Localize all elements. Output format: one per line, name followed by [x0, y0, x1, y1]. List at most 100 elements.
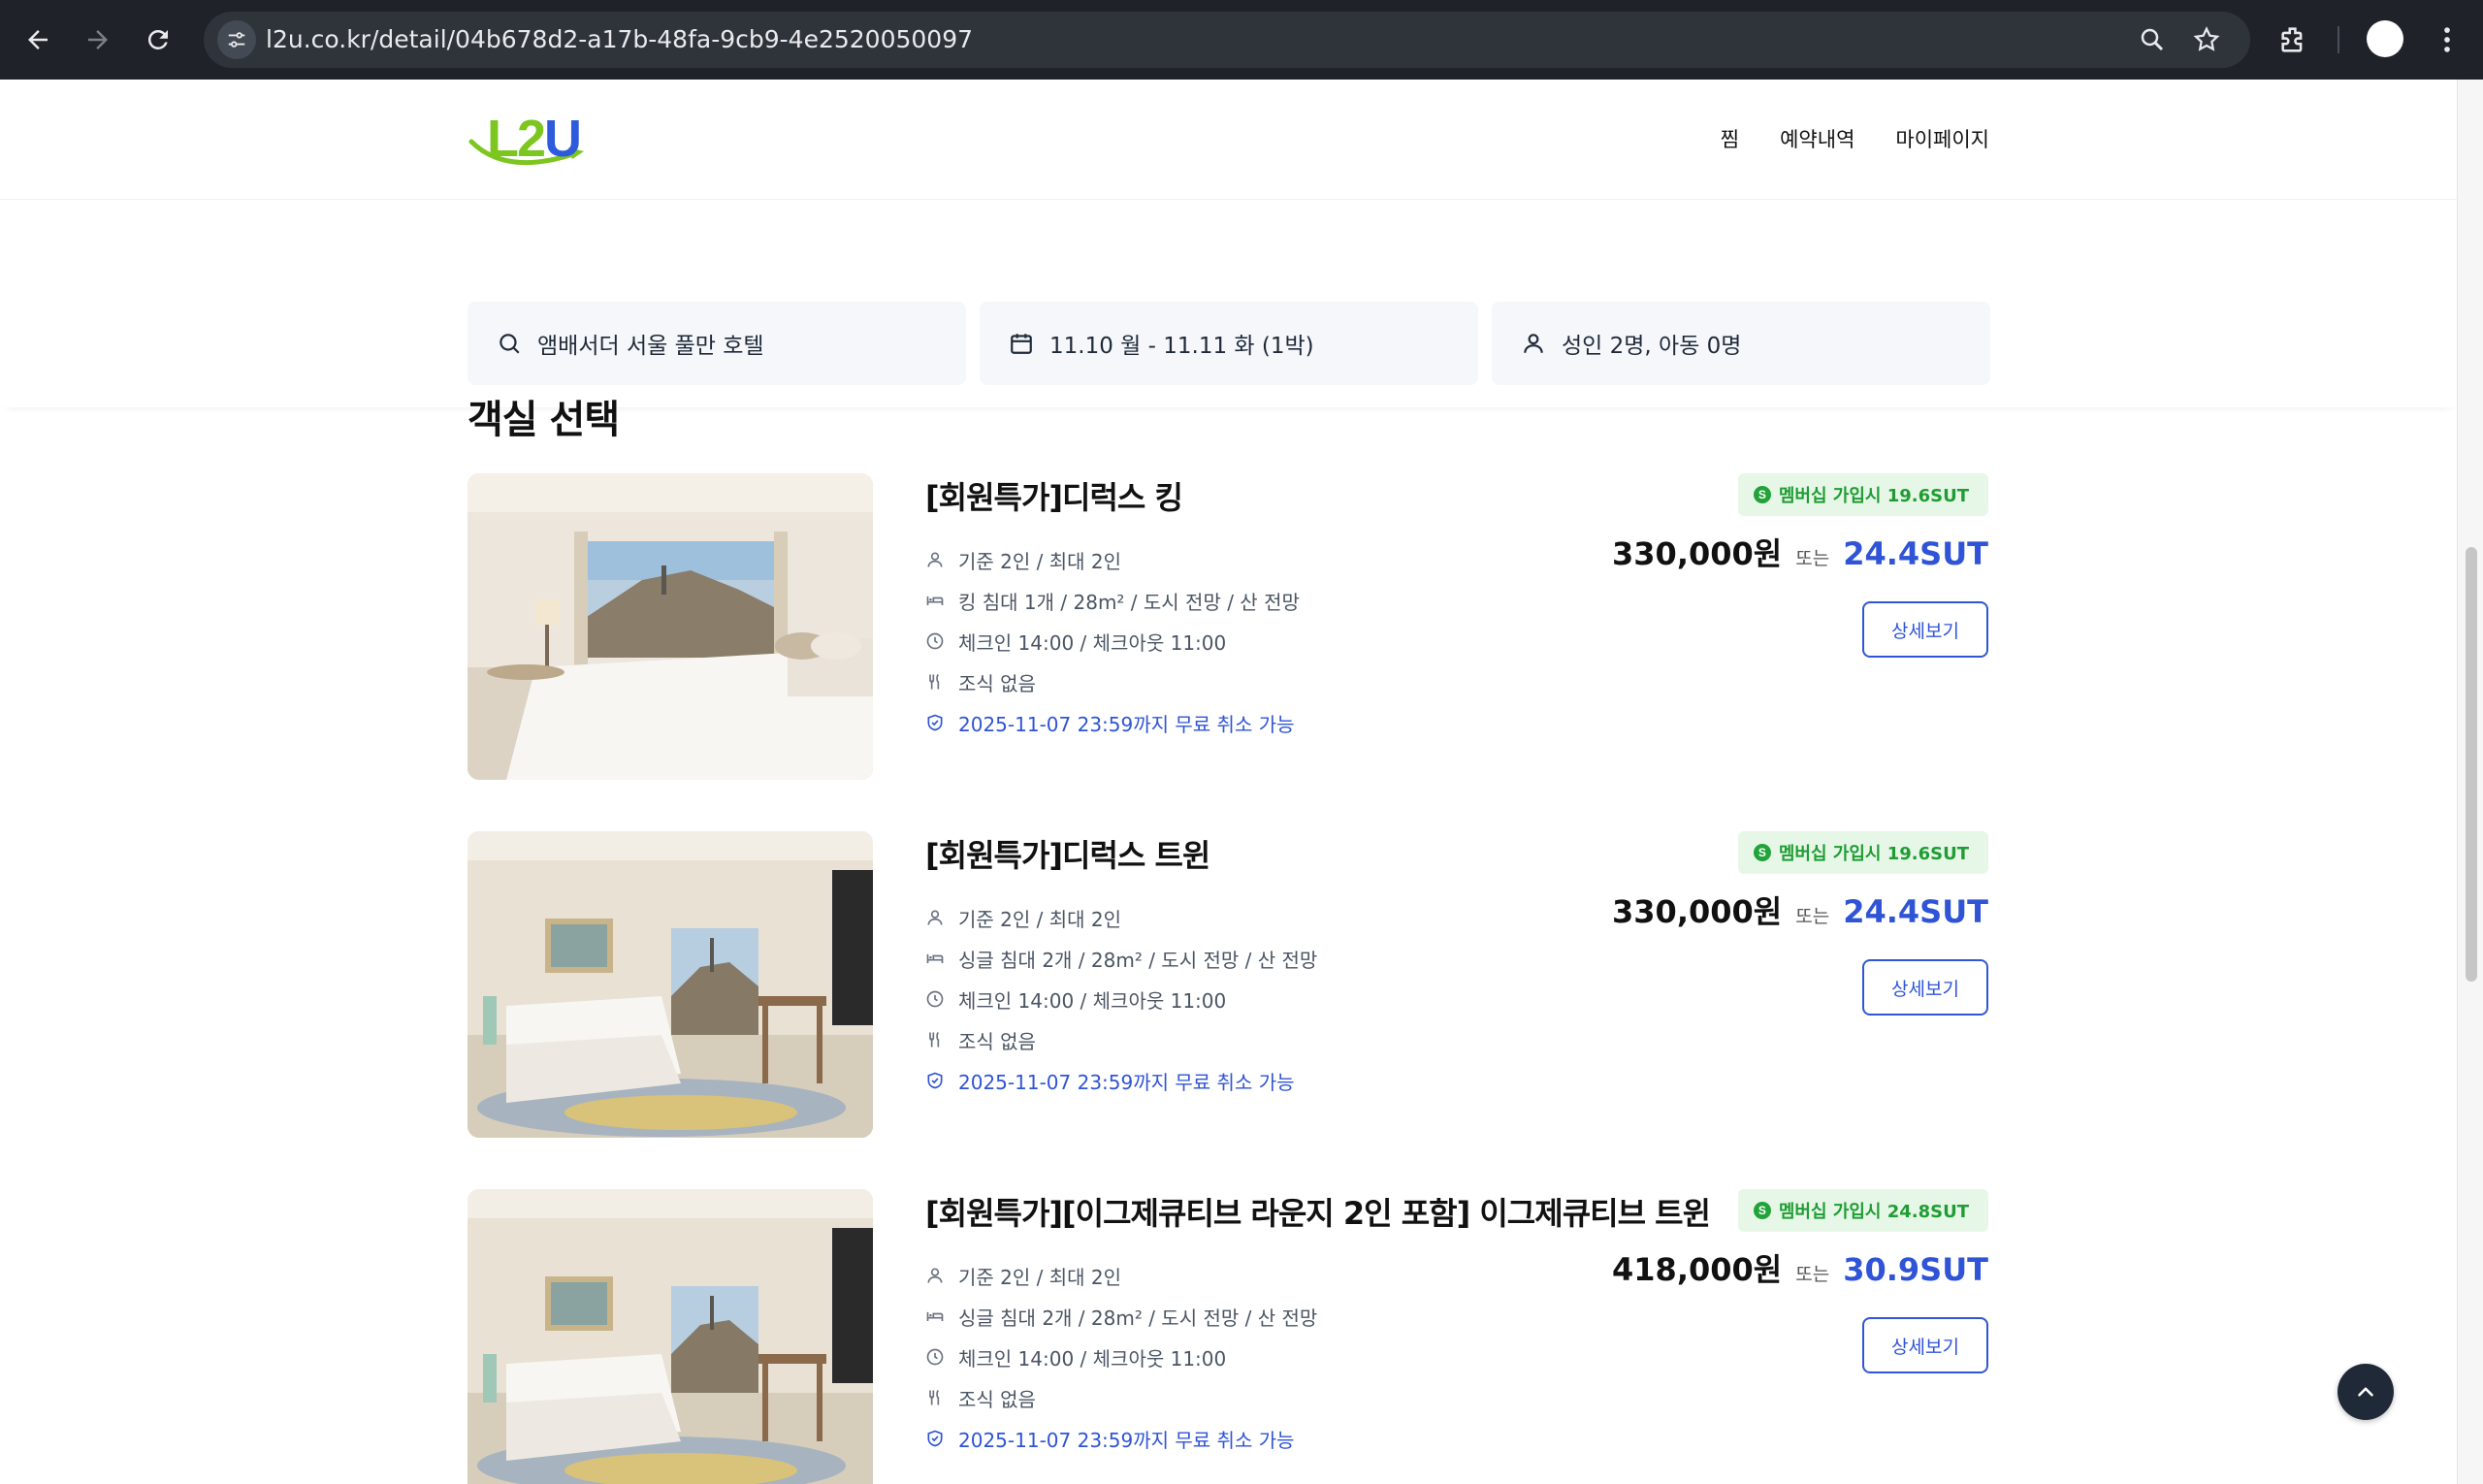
- membership-badge: S 멤버십 가입시 24.8SUT: [1737, 1189, 1988, 1232]
- coin-icon: S: [1753, 486, 1771, 503]
- forward-button[interactable]: [74, 16, 122, 64]
- person-icon: [1524, 334, 1543, 353]
- occupancy-text: 기준 2인 / 최대 2인: [958, 1265, 1122, 1289]
- utensils-icon: [929, 673, 940, 690]
- extensions-icon[interactable]: [2277, 23, 2310, 56]
- info-cancel: 2025-11-07 23:59까지 무료 취소 가능: [925, 702, 1300, 743]
- room-name[interactable]: [회원특가][이그제큐티브 라운지 2인 포함] 이그제큐티브 트윈: [925, 1189, 1711, 1234]
- coin-icon: S: [1753, 844, 1771, 861]
- guest-count-value: 성인 2명, 아동 0명: [1562, 334, 1742, 359]
- browser-toolbar: l2u.co.kr/detail/04b678d2-a17b-48fa-9cb9…: [0, 0, 2483, 80]
- page-viewport: L2U 찜 예약내역 마이페이지 앰배서더 서울 풀만 호텔 11.10 월 -…: [0, 80, 2457, 1484]
- info-bed: 킹 침대 1개 / 28m² / 도시 전망 / 산 전망: [925, 580, 1300, 621]
- membership-badge: S 멤버십 가입시 19.6SUT: [1737, 831, 1988, 874]
- l2u-logo[interactable]: L2U: [468, 109, 594, 171]
- scroll-to-top-button[interactable]: [2338, 1364, 2394, 1420]
- checkin-text: 체크인 14:00 / 체크아웃 11:00: [958, 630, 1227, 655]
- room-info: 기준 2인 / 최대 2인 싱글 침대 2개 / 28m² / 도시 전망 / …: [925, 897, 1317, 1101]
- bed-icon: [926, 596, 944, 605]
- reload-button[interactable]: [134, 16, 182, 64]
- coin-icon: S: [1753, 1202, 1771, 1219]
- arrow-right-icon: [88, 30, 108, 49]
- breakfast-text: 조식 없음: [958, 1387, 1036, 1411]
- price-sut: 30.9SUT: [1843, 1251, 1988, 1288]
- room-photo[interactable]: [468, 473, 873, 780]
- url-text: l2u.co.kr/detail/04b678d2-a17b-48fa-9cb9…: [266, 25, 974, 53]
- shield-check-icon: [927, 1430, 943, 1447]
- info-breakfast: 조식 없음: [925, 1019, 1317, 1060]
- info-occupancy: 기준 2인 / 최대 2인: [925, 539, 1300, 580]
- info-occupancy: 기준 2인 / 최대 2인: [925, 897, 1317, 938]
- checkin-text: 체크인 14:00 / 체크아웃 11:00: [958, 988, 1227, 1013]
- more-menu-icon[interactable]: [2431, 23, 2464, 56]
- nav-reservations[interactable]: 예약내역: [1780, 124, 1854, 153]
- zoom-icon[interactable]: [2138, 25, 2167, 54]
- bed-icon: [926, 1311, 944, 1321]
- detail-button[interactable]: 상세보기: [1862, 1317, 1988, 1373]
- info-checkin: 체크인 14:00 / 체크아웃 11:00: [925, 979, 1317, 1019]
- breakfast-text: 조식 없음: [958, 671, 1036, 695]
- nav-wishlist[interactable]: 찜: [1721, 124, 1739, 153]
- page-scrollbar[interactable]: [2457, 80, 2483, 1484]
- tune-icon: [228, 32, 245, 48]
- back-button[interactable]: [14, 16, 62, 64]
- cancel-policy-text: 2025-11-07 23:59까지 무료 취소 가능: [958, 1070, 1295, 1094]
- profile-avatar[interactable]: [2367, 20, 2403, 57]
- info-occupancy: 기준 2인 / 최대 2인: [925, 1255, 1317, 1296]
- price-line: 330,000원 또는 24.4SUT: [1612, 530, 1988, 574]
- badge-text: 멤버십 가입시 24.8SUT: [1778, 1202, 1969, 1222]
- price-krw: 330,000원: [1612, 893, 1783, 930]
- detail-button[interactable]: 상세보기: [1862, 601, 1988, 658]
- search-bar: 앰배서더 서울 풀만 호텔 11.10 월 - 11.11 화 (1박) 성인 …: [0, 200, 2457, 407]
- checkin-text: 체크인 14:00 / 체크아웃 11:00: [958, 1346, 1227, 1371]
- address-bar[interactable]: l2u.co.kr/detail/04b678d2-a17b-48fa-9cb9…: [204, 12, 2250, 68]
- info-checkin: 체크인 14:00 / 체크아웃 11:00: [925, 1337, 1317, 1377]
- calendar-icon: [1011, 334, 1032, 354]
- room-info: 기준 2인 / 최대 2인 킹 침대 1개 / 28m² / 도시 전망 / 산…: [925, 539, 1300, 743]
- room-card: [회원특가]디럭스 트윈 기준 2인 / 최대 2인 싱글 침대 2개 / 28…: [468, 831, 1988, 1138]
- toolbar-separator: [2338, 26, 2339, 53]
- site-info-button[interactable]: [217, 20, 256, 59]
- detail-button[interactable]: 상세보기: [1862, 959, 1988, 1016]
- room-photo-image: [468, 1189, 873, 1484]
- scrollbar-thumb[interactable]: [2466, 547, 2477, 982]
- utensils-icon: [929, 1389, 940, 1405]
- reload-icon: [147, 29, 168, 49]
- info-checkin: 체크인 14:00 / 체크아웃 11:00: [925, 621, 1300, 661]
- badge-text: 멤버십 가입시 19.6SUT: [1778, 844, 1969, 864]
- price-krw: 418,000원: [1612, 1251, 1783, 1288]
- search-icon: [500, 334, 520, 354]
- clock-icon: [926, 632, 944, 650]
- price-line: 330,000원 또는 24.4SUT: [1612, 887, 1988, 932]
- price-line: 418,000원 또는 30.9SUT: [1612, 1245, 1988, 1290]
- info-cancel: 2025-11-07 23:59까지 무료 취소 가능: [925, 1060, 1317, 1101]
- clock-icon: [926, 1348, 944, 1366]
- date-picker-field[interactable]: 11.10 월 - 11.11 화 (1박): [980, 302, 1478, 385]
- nav-mypage[interactable]: 마이페이지: [1895, 124, 1989, 153]
- clock-icon: [926, 990, 944, 1008]
- logo-text: L2U: [487, 110, 582, 168]
- room-name[interactable]: [회원특가]디럭스 트윈: [925, 831, 1210, 876]
- top-nav: 찜 예약내역 마이페이지: [1721, 124, 1989, 153]
- bed-text: 킹 침대 1개 / 28m² / 도시 전망 / 산 전망: [958, 590, 1300, 614]
- chevron-up-icon: [2358, 1387, 2373, 1397]
- occupancy-text: 기준 2인 / 최대 2인: [958, 907, 1122, 931]
- price-sut: 24.4SUT: [1843, 535, 1988, 572]
- person-icon: [927, 910, 943, 925]
- room-photo[interactable]: [468, 831, 873, 1138]
- room-name[interactable]: [회원특가]디럭스 킹: [925, 473, 1183, 518]
- room-photo-image: [468, 473, 873, 780]
- person-icon: [927, 552, 943, 567]
- hotel-search-field[interactable]: 앰배서더 서울 풀만 호텔: [468, 302, 966, 385]
- cancel-policy-text: 2025-11-07 23:59까지 무료 취소 가능: [958, 1428, 1295, 1452]
- room-photo[interactable]: [468, 1189, 873, 1484]
- info-cancel: 2025-11-07 23:59까지 무료 취소 가능: [925, 1418, 1317, 1459]
- cancel-policy-text: 2025-11-07 23:59까지 무료 취소 가능: [958, 712, 1295, 736]
- price-or: 또는: [1795, 1264, 1830, 1285]
- section-title: 객실 선택: [468, 398, 620, 442]
- info-breakfast: 조식 없음: [925, 661, 1300, 702]
- info-bed: 싱글 침대 2개 / 28m² / 도시 전망 / 산 전망: [925, 938, 1317, 979]
- bookmark-star-icon[interactable]: [2192, 25, 2221, 54]
- guest-picker-field[interactable]: 성인 2명, 아동 0명: [1492, 302, 1990, 385]
- person-icon: [927, 1268, 943, 1283]
